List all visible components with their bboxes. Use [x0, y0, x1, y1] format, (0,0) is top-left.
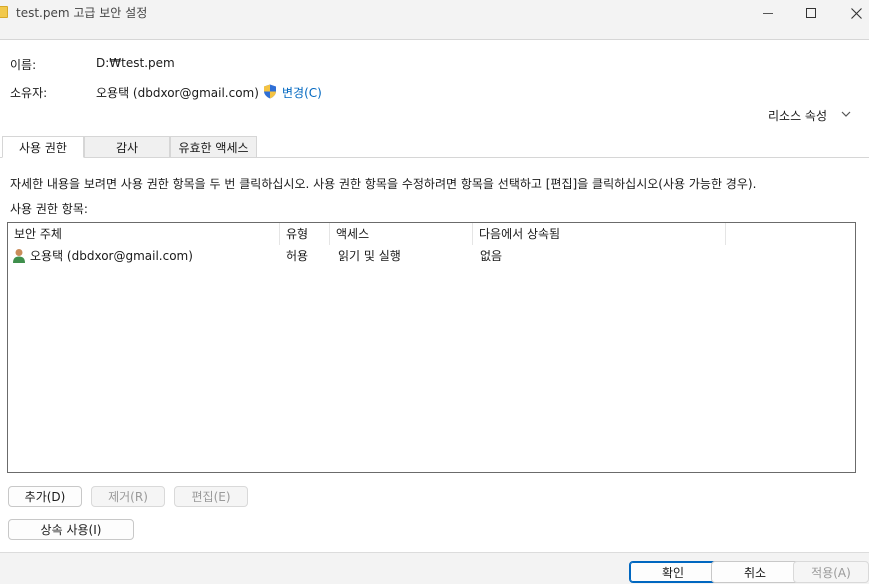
- cell-type: 허용: [286, 249, 309, 263]
- column-header-access[interactable]: 액세스: [330, 223, 473, 245]
- minimize-icon: [763, 12, 773, 14]
- tab-auditing[interactable]: 감사: [84, 136, 170, 157]
- tab-strip: 사용 권한 감사 유효한 액세스: [0, 136, 869, 158]
- title-bar: test.pem 고급 보안 설정: [0, 0, 869, 40]
- add-button[interactable]: 추가(D): [8, 486, 82, 507]
- uac-shield-icon: [264, 84, 276, 99]
- remove-button[interactable]: 제거(R): [91, 486, 165, 507]
- dialog-content: 이름: D:₩test.pem 소유자: 오용택 (dbdxor@gmail.c…: [0, 40, 869, 552]
- owner-label: 소유자:: [10, 86, 48, 100]
- tab-permissions[interactable]: 사용 권한: [2, 136, 84, 158]
- column-header-inherited-from[interactable]: 다음에서 상속됨: [473, 223, 726, 245]
- close-icon: [850, 7, 862, 19]
- chevron-down-icon[interactable]: [838, 106, 854, 122]
- table-row[interactable]: 오용택 (dbdxor@gmail.com) 허용 읽기 및 실행 없음: [8, 245, 855, 267]
- cell-inherited-from: 없음: [480, 249, 503, 263]
- minimize-button[interactable]: [745, 0, 791, 26]
- cell-access: 읽기 및 실행: [338, 249, 401, 263]
- tab-effective-access[interactable]: 유효한 액세스: [170, 136, 257, 157]
- permission-entries-label: 사용 권한 항목:: [10, 202, 88, 216]
- name-value: D:₩test.pem: [96, 56, 175, 70]
- column-header-principal[interactable]: 보안 주체: [8, 223, 280, 245]
- user-icon: [13, 249, 25, 263]
- folder-icon: [0, 6, 8, 18]
- column-header-type[interactable]: 유형: [280, 223, 330, 245]
- owner-value: 오용택 (dbdxor@gmail.com): [96, 86, 259, 100]
- name-label: 이름:: [10, 58, 37, 72]
- cell-principal: 오용택 (dbdxor@gmail.com): [30, 249, 193, 263]
- permission-entries-list[interactable]: 보안 주체 유형 액세스 다음에서 상속됨 오용택 (dbdxor@gmail.…: [7, 222, 856, 473]
- change-owner-link[interactable]: 변경(C): [282, 84, 322, 101]
- ok-button[interactable]: 확인: [629, 561, 717, 583]
- close-button[interactable]: [833, 0, 869, 26]
- edit-button[interactable]: 편집(E): [174, 486, 248, 507]
- enable-inheritance-button[interactable]: 상속 사용(I): [8, 519, 134, 540]
- instructions-text: 자세한 내용을 보려면 사용 권한 항목을 두 번 클릭하십시오. 사용 권한 …: [10, 177, 757, 191]
- maximize-button[interactable]: [788, 0, 834, 26]
- maximize-icon: [806, 8, 816, 18]
- resource-properties-label[interactable]: 리소스 속성: [768, 107, 827, 124]
- window-title: test.pem 고급 보안 설정: [16, 6, 148, 20]
- cancel-button[interactable]: 취소: [711, 561, 799, 583]
- dialog-footer: 확인 취소 적용(A): [0, 552, 869, 584]
- apply-button[interactable]: 적용(A): [793, 561, 869, 583]
